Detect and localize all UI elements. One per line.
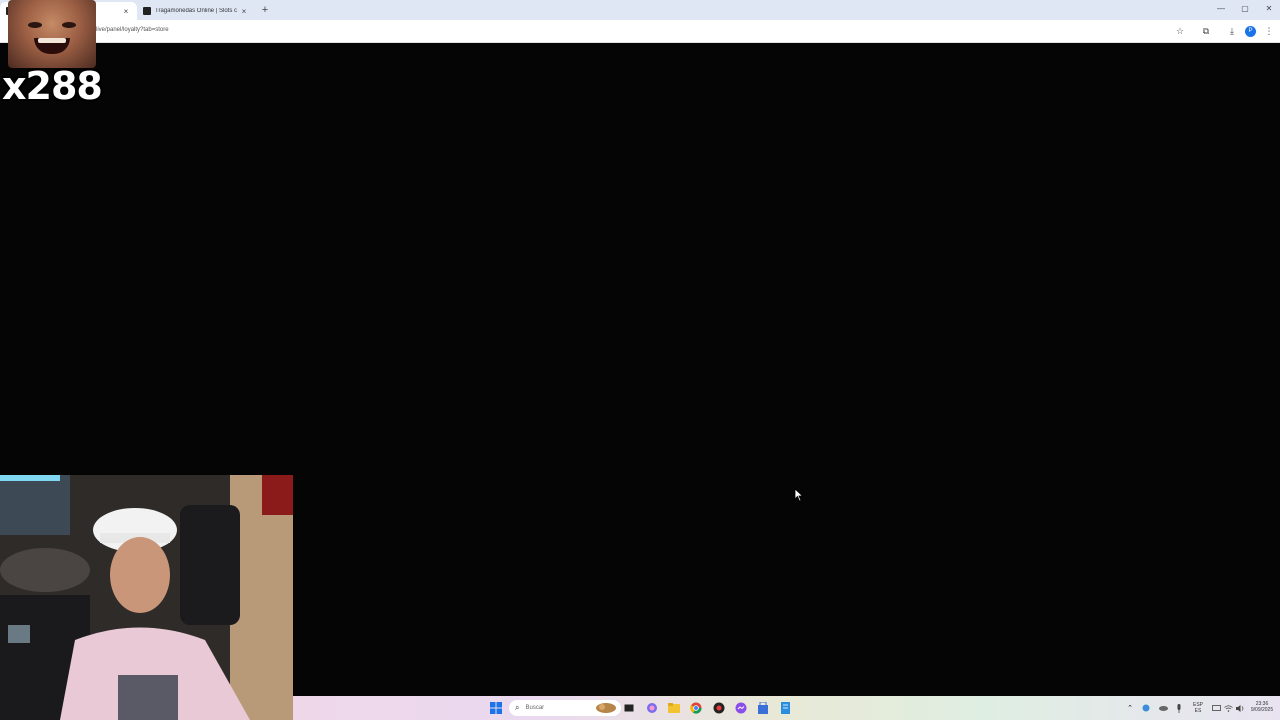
- close-window-button[interactable]: ✕: [1258, 2, 1280, 16]
- bookmark-star-icon[interactable]: ☆: [1174, 25, 1186, 37]
- search-icon: ⌕: [515, 703, 520, 712]
- profile-avatar[interactable]: P: [1245, 26, 1256, 37]
- tab-title: Tragamonedas Online | Slots c: [155, 8, 238, 14]
- clock-date: 9/09/2025: [1250, 707, 1274, 713]
- screen: y?tab=st × Tragamonedas Online | Slots c…: [0, 0, 1280, 720]
- site-favicon-icon: [143, 7, 151, 15]
- file-explorer-icon[interactable]: [666, 700, 682, 716]
- search-placeholder: Buscar: [525, 705, 545, 711]
- messenger-icon[interactable]: [733, 700, 749, 716]
- app-icon[interactable]: [711, 700, 727, 716]
- tab-tragamonedas[interactable]: Tragamonedas Online | Slots c ×: [137, 2, 255, 20]
- wifi-icon[interactable]: [1223, 700, 1233, 716]
- browser-tab-strip: y?tab=st × Tragamonedas Online | Slots c…: [0, 0, 1280, 20]
- clock[interactable]: 23:36 9/09/2025: [1245, 701, 1279, 713]
- tab-close-icon[interactable]: ×: [239, 7, 249, 16]
- address-bar[interactable]: live/panel/loyalty?tab=store: [60, 23, 1170, 40]
- taskbar: ⌕ Buscar ⌃ ESP ES 23:36 9/09/2025: [293, 696, 1280, 720]
- windows-start-icon[interactable]: [488, 700, 504, 716]
- volume-icon[interactable]: [1235, 700, 1245, 716]
- webcam-feed: [0, 475, 293, 720]
- copilot-icon[interactable]: [644, 700, 660, 716]
- store-icon[interactable]: [755, 700, 771, 716]
- notes-icon[interactable]: [777, 700, 793, 716]
- display-icon[interactable]: [1211, 700, 1221, 716]
- extensions-icon[interactable]: ⧉: [1200, 25, 1212, 37]
- language-indicator[interactable]: ESP ES: [1190, 702, 1206, 714]
- maximize-button[interactable]: ▢: [1234, 2, 1256, 16]
- tab-close-icon[interactable]: ×: [121, 7, 131, 16]
- streamer-webcam-image: [0, 475, 293, 720]
- new-tab-button[interactable]: +: [259, 3, 271, 17]
- minimize-button[interactable]: —: [1210, 2, 1232, 16]
- mouse-cursor-icon: [794, 488, 804, 502]
- microphone-icon[interactable]: [1174, 700, 1184, 716]
- downloads-icon[interactable]: ⤓: [1226, 25, 1238, 37]
- emote-counter: x288: [2, 64, 103, 108]
- task-view-icon[interactable]: [621, 700, 637, 716]
- network-app-icon[interactable]: [1141, 700, 1151, 716]
- search-highlight-icon[interactable]: [595, 700, 617, 716]
- laughing-face-emote: [8, 0, 96, 68]
- address-bar-url: live/panel/loyalty?tab=store: [96, 27, 169, 33]
- onedrive-icon[interactable]: [1158, 700, 1168, 716]
- chrome-icon[interactable]: [688, 700, 704, 716]
- browser-toolbar: live/panel/loyalty?tab=store ☆ ⧉ ⤓ ⋮: [0, 20, 1280, 43]
- browser-menu-icon[interactable]: ⋮: [1263, 25, 1275, 37]
- chevron-up-icon[interactable]: ⌃: [1125, 700, 1135, 716]
